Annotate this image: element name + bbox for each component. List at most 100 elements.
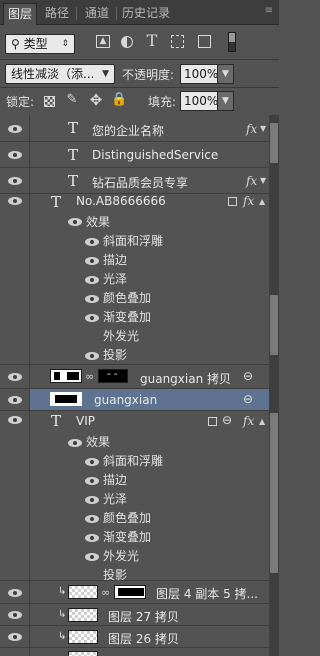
scrollbar-thumb[interactable] bbox=[270, 413, 278, 573]
eye-icon[interactable] bbox=[85, 534, 99, 542]
collapse-triangle-icon[interactable]: ▲ bbox=[259, 417, 265, 426]
layer-thumbnail[interactable] bbox=[50, 369, 82, 383]
opacity-input[interactable]: 100% bbox=[180, 64, 218, 84]
visibility-toggle[interactable] bbox=[0, 626, 30, 647]
layer-thumbnail[interactable] bbox=[68, 651, 98, 656]
eye-icon[interactable] bbox=[8, 633, 22, 641]
effect-item[interactable]: 外发光 bbox=[103, 327, 139, 344]
layer-name[interactable]: 您的企业名称 bbox=[92, 122, 164, 139]
lock-all-icon[interactable]: 🔒 bbox=[111, 92, 127, 107]
visibility-toggle[interactable] bbox=[0, 115, 30, 141]
effect-item[interactable]: 投影 bbox=[103, 346, 127, 363]
layer-name[interactable]: 图层 4 副本 5 拷... bbox=[156, 585, 258, 602]
eye-icon[interactable] bbox=[85, 496, 99, 504]
layer-row[interactable]: T DistinguishedService bbox=[0, 142, 269, 168]
layer-thumbnail[interactable] bbox=[68, 608, 98, 622]
visibility-toggle[interactable] bbox=[0, 168, 30, 193]
visibility-toggle[interactable] bbox=[0, 365, 30, 388]
panel-menu-icon[interactable]: ≡ bbox=[265, 5, 273, 16]
scrollbar-thumb[interactable] bbox=[270, 123, 278, 163]
eye-icon[interactable] bbox=[8, 416, 22, 424]
layer-thumbnail[interactable] bbox=[68, 630, 98, 644]
fx-icon[interactable]: fx bbox=[246, 174, 257, 188]
scrollbar-thumb[interactable] bbox=[270, 295, 278, 355]
effect-item[interactable]: 颜色叠加 bbox=[103, 289, 151, 306]
layer-name[interactable]: No.AB8666666 bbox=[76, 194, 166, 208]
layer-name[interactable]: 图层 27 拷贝 bbox=[108, 608, 179, 625]
effect-item[interactable]: 描边 bbox=[103, 251, 127, 268]
layer-row[interactable]: ∞ - - guangxian 拷贝 ⊖ bbox=[0, 365, 269, 389]
layer-thumbnail[interactable] bbox=[50, 392, 82, 406]
eye-icon[interactable] bbox=[85, 458, 99, 466]
layer-row[interactable]: guangxian ⊖ bbox=[0, 389, 269, 411]
layer-row[interactable]: T 钻石品质会员专享 fx ▼ bbox=[0, 168, 269, 194]
effect-item[interactable]: 渐变叠加 bbox=[103, 308, 151, 325]
effect-item[interactable]: 光泽 bbox=[103, 270, 127, 287]
link-chain-icon[interactable]: ∞ bbox=[101, 586, 110, 599]
visibility-toggle[interactable] bbox=[0, 411, 30, 580]
eye-icon[interactable] bbox=[8, 151, 22, 159]
eye-icon[interactable] bbox=[85, 553, 99, 561]
layer-name[interactable]: guangxian bbox=[94, 393, 157, 407]
visibility-toggle[interactable] bbox=[0, 142, 30, 167]
filter-toggle-icon[interactable] bbox=[228, 32, 236, 52]
tab-layers[interactable]: 图层 bbox=[3, 3, 37, 25]
eye-icon[interactable] bbox=[8, 177, 22, 185]
visibility-toggle[interactable] bbox=[0, 604, 30, 625]
collapse-triangle-icon[interactable]: ▲ bbox=[259, 197, 265, 206]
link-chain-icon[interactable]: ∞ bbox=[85, 370, 94, 383]
effect-item[interactable]: 斜面和浮雕 bbox=[103, 452, 163, 469]
opacity-dropdown-icon[interactable]: ▼ bbox=[217, 64, 234, 84]
tab-paths[interactable]: 路径 bbox=[40, 3, 74, 25]
layer-row[interactable] bbox=[0, 648, 269, 656]
effect-item[interactable]: 外发光 bbox=[103, 547, 139, 564]
image-filter-icon[interactable]: ▲ bbox=[96, 35, 110, 48]
visibility-toggle[interactable] bbox=[0, 581, 30, 603]
layer-thumbnail[interactable] bbox=[68, 585, 98, 599]
visibility-toggle[interactable] bbox=[0, 194, 30, 364]
layer-row[interactable]: ↳ ∞ 图层 4 副本 5 拷... bbox=[0, 581, 269, 604]
text-filter-icon[interactable]: T bbox=[144, 31, 160, 50]
eye-icon[interactable] bbox=[68, 218, 82, 226]
layer-mask-thumbnail[interactable]: - - bbox=[98, 369, 128, 383]
layer-row[interactable]: ↳ 图层 27 拷贝 bbox=[0, 604, 269, 626]
eye-icon[interactable] bbox=[85, 515, 99, 523]
fx-icon[interactable]: fx bbox=[246, 122, 257, 136]
eye-icon[interactable] bbox=[85, 314, 99, 322]
lock-pixels-icon[interactable]: ✎ bbox=[64, 92, 80, 107]
eye-icon[interactable] bbox=[8, 125, 22, 133]
layer-name[interactable]: DistinguishedService bbox=[92, 148, 218, 162]
adjustment-filter-icon[interactable] bbox=[121, 36, 133, 48]
effect-item[interactable]: 描边 bbox=[103, 471, 127, 488]
layer-row[interactable]: T VIP ⊖ fx ▲ 效果 斜面和浮雕 描边 光泽 颜色叠加 渐变叠加 外发… bbox=[0, 411, 269, 582]
eye-icon[interactable] bbox=[8, 589, 22, 597]
expand-triangle-icon[interactable]: ▼ bbox=[260, 124, 266, 133]
link-icon[interactable]: ⊖ bbox=[243, 392, 253, 406]
link-icon[interactable]: ⊖ bbox=[222, 413, 232, 427]
expand-triangle-icon[interactable]: ▼ bbox=[260, 176, 266, 185]
filter-kind-select[interactable]: ⚲ 类型 ⇕ bbox=[5, 34, 75, 54]
layer-row[interactable]: ↳ 图层 26 拷贝 bbox=[0, 626, 269, 648]
layer-row[interactable]: T No.AB8666666 fx ▲ 效果 斜面和浮雕 描边 光泽 颜色叠加 … bbox=[0, 193, 269, 365]
eye-icon[interactable] bbox=[8, 611, 22, 619]
eye-icon[interactable] bbox=[68, 439, 82, 447]
eye-icon[interactable] bbox=[85, 295, 99, 303]
effect-item[interactable]: 斜面和浮雕 bbox=[103, 232, 163, 249]
eye-icon[interactable] bbox=[85, 477, 99, 485]
effect-item[interactable]: 光泽 bbox=[103, 490, 127, 507]
layer-row[interactable]: T 您的企业名称 fx ▼ bbox=[0, 115, 269, 142]
effect-item[interactable]: 颜色叠加 bbox=[103, 509, 151, 526]
fx-icon[interactable]: fx bbox=[243, 414, 254, 428]
blend-mode-select[interactable]: 线性减淡（添... ▼ bbox=[5, 64, 115, 84]
fx-icon[interactable]: fx bbox=[243, 194, 254, 208]
smart-object-filter-icon[interactable] bbox=[198, 35, 211, 48]
shape-filter-icon[interactable] bbox=[171, 35, 184, 48]
visibility-toggle[interactable] bbox=[0, 648, 30, 656]
eye-icon[interactable] bbox=[85, 276, 99, 284]
link-icon[interactable]: ⊖ bbox=[243, 369, 253, 383]
fill-dropdown-icon[interactable]: ▼ bbox=[217, 91, 234, 111]
layer-name[interactable]: 图层 26 拷贝 bbox=[108, 630, 179, 647]
layers-scrollbar[interactable] bbox=[269, 115, 279, 656]
eye-icon[interactable] bbox=[8, 197, 22, 205]
tab-history[interactable]: 历史记录 bbox=[120, 3, 172, 25]
